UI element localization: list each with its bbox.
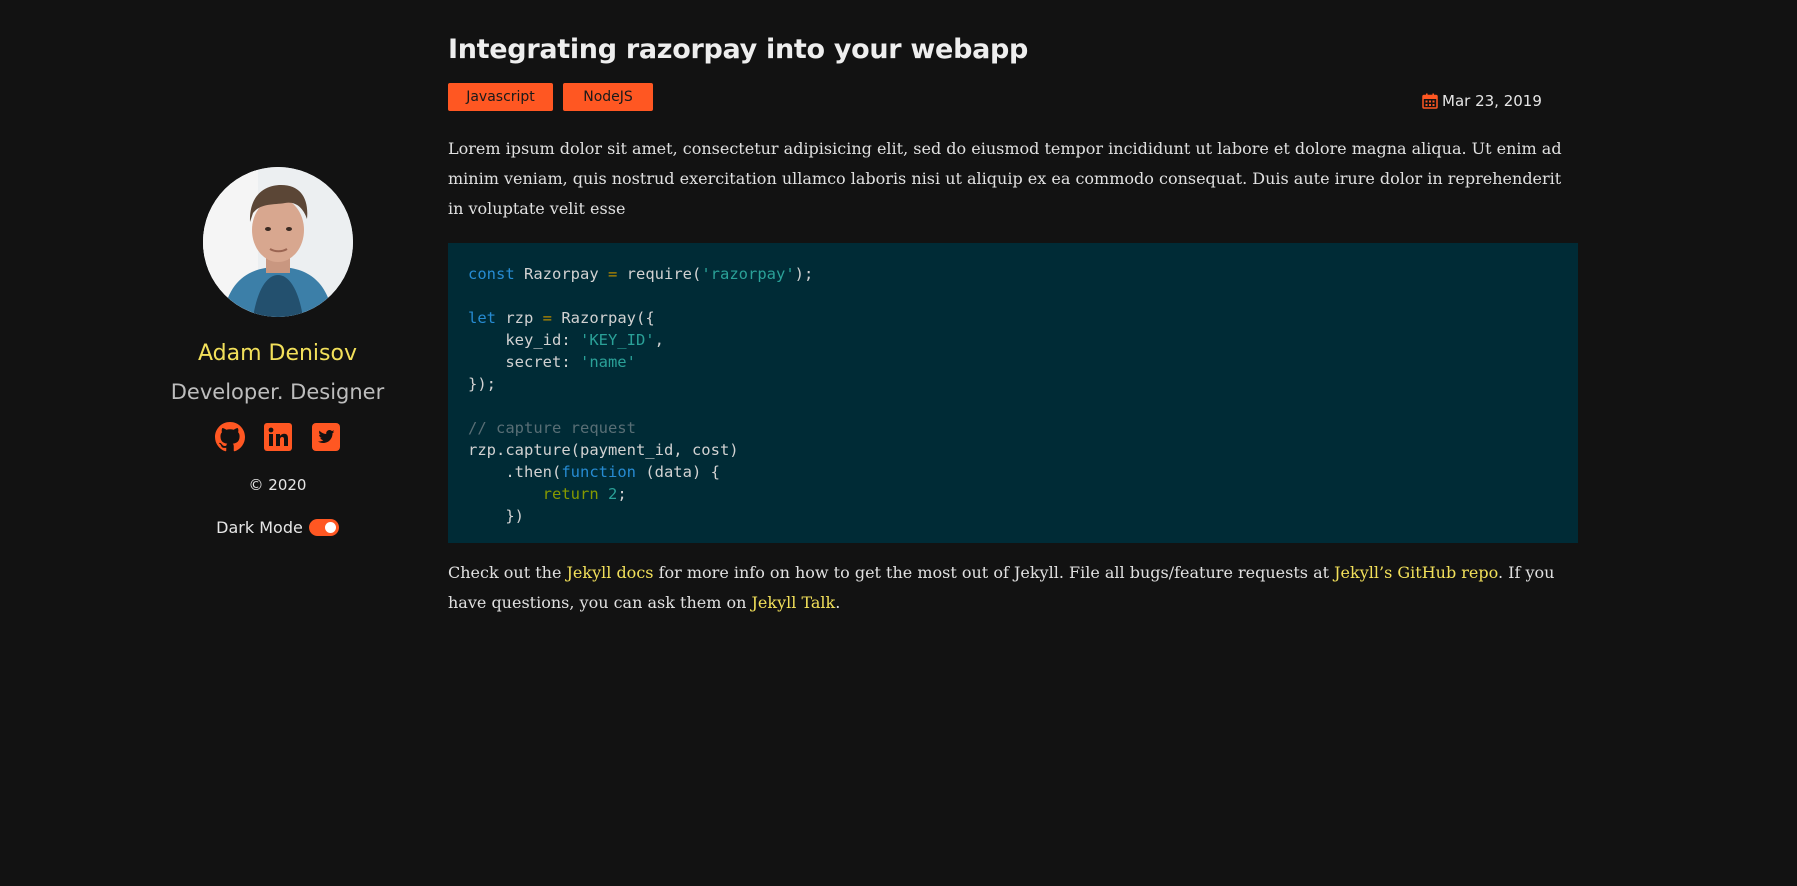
social-links xyxy=(140,422,415,452)
code-line: }); xyxy=(468,375,496,393)
code-line: secret: 'name' xyxy=(468,353,636,371)
author-name: Adam Denisov xyxy=(197,341,357,366)
tag-list: Javascript NodeJS xyxy=(448,83,1578,111)
jekyll-github-link[interactable]: Jekyll’s GitHub repo xyxy=(1334,563,1498,582)
linkedin-icon xyxy=(263,423,292,451)
twitter-link[interactable] xyxy=(311,422,341,452)
dark-mode-label: Dark Mode xyxy=(216,518,303,537)
code-line: key_id: 'KEY_ID', xyxy=(468,331,664,349)
code-block: const Razorpay = require('razorpay'); le… xyxy=(448,243,1578,543)
linkedin-link[interactable] xyxy=(263,422,293,452)
author-tagline: Developer. Designer xyxy=(170,380,385,404)
post-date-text: Mar 23, 2019 xyxy=(1442,92,1542,110)
code-line: let rzp = Razorpay({ xyxy=(468,309,655,327)
page: Adam Denisov Developer. Designer © 2020 … xyxy=(0,0,1797,886)
jekyll-docs-link[interactable]: Jekyll docs xyxy=(567,563,654,582)
post-title: Integrating razorpay into your webapp xyxy=(448,34,1029,65)
code-line: return 2; xyxy=(542,485,627,503)
post-date: Mar 23, 2019 xyxy=(1422,92,1542,110)
dark-mode-control: Dark Mode xyxy=(140,518,415,537)
post: Integrating razorpay into your webapp Ja… xyxy=(448,34,1578,618)
sidebar: Adam Denisov Developer. Designer © 2020 … xyxy=(140,167,415,537)
toggle-knob xyxy=(324,522,336,533)
github-link[interactable] xyxy=(214,422,245,452)
post-intro: Lorem ipsum dolor sit amet, consectetur … xyxy=(448,139,1562,218)
code-line: .then(function (data) { xyxy=(468,463,720,481)
post-outro: Check out the Jekyll docs for more info … xyxy=(448,563,1555,612)
code-line: const Razorpay = require('razorpay'); xyxy=(468,265,814,283)
avatar-portrait xyxy=(202,167,353,317)
code-comment: // capture request xyxy=(468,419,636,437)
twitter-icon xyxy=(311,423,340,451)
code-line: }) xyxy=(468,507,524,525)
code-line: rzp.capture(payment_id, cost) xyxy=(468,441,739,459)
tag-javascript[interactable]: Javascript xyxy=(448,83,553,111)
avatar xyxy=(202,167,353,317)
tag-nodejs[interactable]: NodeJS xyxy=(563,83,653,111)
dark-mode-toggle[interactable] xyxy=(308,519,339,536)
post-meta: Javascript NodeJS Mar 23, 2019 xyxy=(448,83,1578,113)
calendar-icon xyxy=(1422,93,1438,109)
copyright: © 2020 xyxy=(248,476,307,494)
jekyll-talk-link[interactable]: Jekyll Talk xyxy=(752,593,836,612)
github-icon xyxy=(214,422,245,452)
